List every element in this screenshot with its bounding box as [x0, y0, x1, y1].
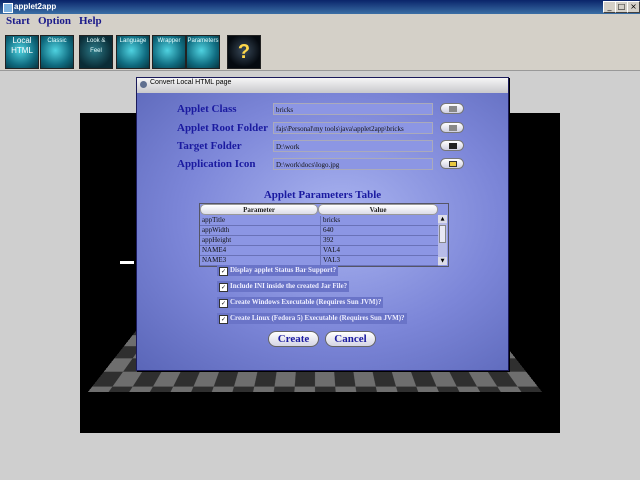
check-icon: ✓: [219, 315, 228, 324]
check-icon: ✓: [219, 267, 228, 276]
application-icon-field[interactable]: D:\work\docs\logo.jpg: [273, 158, 433, 170]
title-bar: applet2app _ □ ×: [0, 0, 640, 14]
dialog-icon: [140, 81, 147, 88]
check-icon: ✓: [219, 299, 228, 308]
scroll-up-icon[interactable]: ▲: [438, 215, 447, 223]
app-icon: [3, 3, 13, 13]
parameters-table: Parameter Value appTitle bricks appWidth 6…: [199, 203, 449, 267]
class-icon: [449, 106, 457, 112]
scrollbar-thumb[interactable]: [439, 225, 446, 243]
table-row[interactable]: appHeight 392: [200, 236, 438, 246]
folder-icon: [449, 125, 457, 131]
create-button[interactable]: Create: [268, 331, 319, 347]
menu-help[interactable]: Help: [79, 15, 102, 27]
applet-root-folder-label: Applet Root Folder: [177, 122, 269, 134]
table-scrollbar[interactable]: ▲ ▼: [438, 215, 447, 265]
table-row[interactable]: NAME4 VAL4: [200, 246, 438, 256]
help-icon: ?: [237, 41, 251, 63]
dialog-body: Applet Class bricks Applet Root Folder f…: [137, 93, 508, 370]
parameters-table-title: Applet Parameters Table: [263, 189, 382, 201]
image-icon: [449, 161, 457, 167]
look-and-feel-button[interactable]: Look & Feel: [79, 35, 113, 69]
close-button[interactable]: ×: [627, 1, 640, 13]
parameters-button[interactable]: Parameters: [186, 35, 220, 69]
target-folder-label: Target Folder: [177, 140, 242, 152]
target-folder-field[interactable]: D:\work: [273, 140, 433, 152]
classic-button[interactable]: Classic: [40, 35, 74, 69]
wrapper-button[interactable]: Wrapper: [152, 35, 186, 69]
scroll-down-icon[interactable]: ▼: [438, 257, 447, 265]
menu-bar: Start Option Help: [0, 14, 640, 32]
cancel-button[interactable]: Cancel: [325, 331, 376, 347]
application-icon-browse-button[interactable]: [440, 158, 464, 169]
window-title: applet2app: [14, 2, 57, 11]
check-icon: ✓: [219, 283, 228, 292]
status-bar-checkbox[interactable]: ✓ Display applet Status Bar Support?: [217, 265, 339, 276]
folder-open-icon: [449, 143, 457, 149]
dialog-title: Convert Local HTML page: [150, 79, 232, 86]
applet-root-folder-field[interactable]: fajs\Personal\my tools\java\applet2app\b…: [273, 122, 433, 134]
target-folder-browse-button[interactable]: [440, 140, 464, 151]
root-folder-browse-button[interactable]: [440, 122, 464, 133]
applet-class-label: Applet Class: [177, 103, 237, 115]
menu-option[interactable]: Option: [38, 15, 71, 27]
table-row[interactable]: appWidth 640: [200, 226, 438, 236]
convert-dialog: Convert Local HTML page Applet Class bri…: [136, 77, 509, 371]
column-header-parameter[interactable]: Parameter: [200, 204, 318, 215]
windows-exe-checkbox[interactable]: ✓ Create Windows Executable (Requires Sun…: [217, 297, 384, 308]
application-icon-label: Application Icon: [177, 158, 256, 170]
menu-start[interactable]: Start: [6, 15, 30, 27]
applet-class-field[interactable]: bricks: [273, 103, 433, 115]
table-header: Parameter Value: [200, 204, 448, 215]
preview-bar: [120, 261, 134, 264]
local-html-button[interactable]: Local HTML: [5, 35, 39, 69]
toolbar: Local HTML Classic Look & Feel Language …: [0, 32, 640, 71]
include-ini-checkbox[interactable]: ✓ Include INI inside the created Jar File…: [217, 281, 350, 292]
help-button[interactable]: ?: [227, 35, 261, 69]
linux-exe-checkbox[interactable]: ✓ Create Linux (Fedora 5) Executable (Req…: [217, 313, 407, 324]
column-header-value[interactable]: Value: [318, 204, 438, 215]
applet-class-browse-button[interactable]: [440, 103, 464, 114]
language-button[interactable]: Language: [116, 35, 150, 69]
dialog-title-bar: Convert Local HTML page: [137, 78, 508, 93]
table-row[interactable]: appTitle bricks: [200, 216, 438, 226]
